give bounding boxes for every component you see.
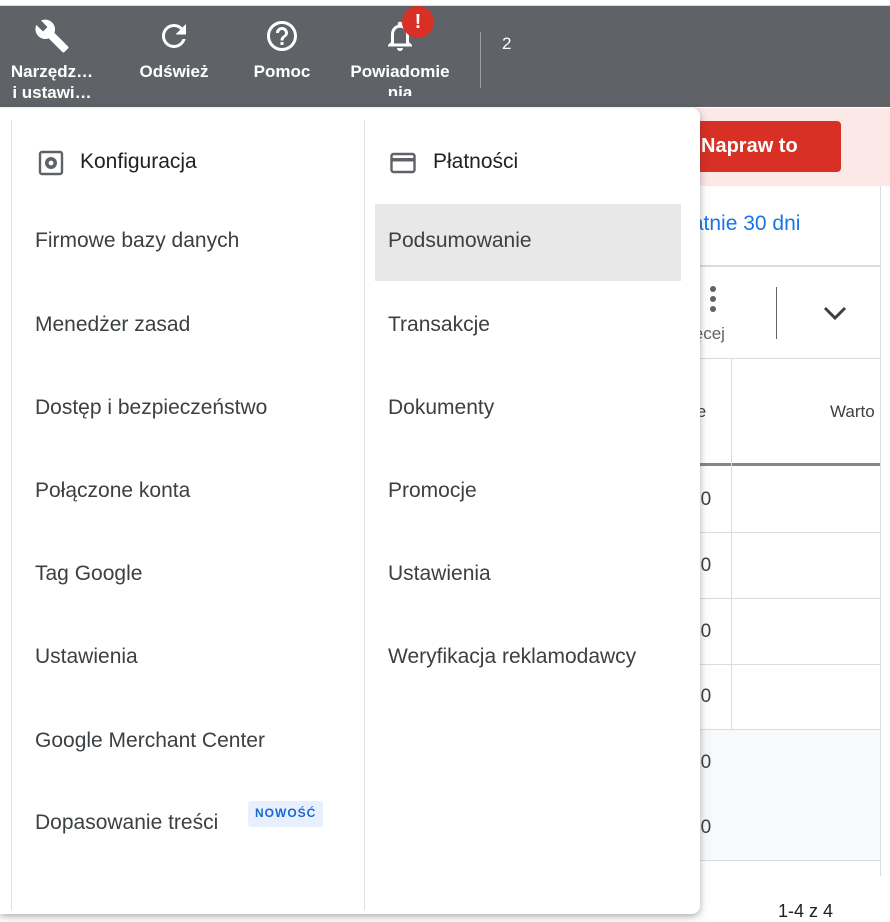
date-range-link[interactable]: tatnie 30 dni [686, 212, 800, 236]
notifications-button[interactable]: Powiadomie nia [340, 6, 460, 107]
table-row: 00 [690, 795, 880, 861]
column-header[interactable]: Warto [830, 402, 875, 422]
refresh-button[interactable]: Odśwież [130, 6, 218, 107]
menu-column-divider [364, 120, 365, 910]
menu-left-border [11, 120, 12, 910]
menu-item-billing-settings[interactable]: Ustawienia [388, 562, 491, 586]
divider [776, 287, 777, 339]
chevron-down-icon[interactable] [820, 300, 850, 326]
menu-item-summary[interactable]: Podsumowanie [388, 229, 532, 253]
tools-label-line2: i ustawi… [12, 83, 92, 102]
credit-card-icon [390, 152, 416, 174]
section-title-billing: Płatności [433, 150, 519, 173]
refresh-icon [161, 23, 186, 48]
menu-item-merchant-center[interactable]: Google Merchant Center [35, 729, 265, 753]
menu-item-advertiser-verification[interactable]: Weryfikacja reklamodawcy [388, 645, 636, 669]
notifications-label: Powiadomie [350, 62, 450, 81]
wrench-icon [35, 19, 69, 53]
menu-item-google-tag[interactable]: Tag Google [35, 562, 142, 586]
menu-item-settings[interactable]: Ustawienia [35, 645, 138, 669]
table-row: 00 [690, 467, 880, 533]
menu-item-transactions[interactable]: Transakcje [388, 313, 490, 337]
header-underline [690, 463, 880, 466]
table-row: 00 [690, 533, 880, 599]
tools-label-line1: Narzędz… [10, 62, 94, 81]
help-icon [267, 21, 297, 51]
table-row: 00 [690, 599, 880, 665]
notifications-label-line2: nia [387, 83, 413, 96]
table-row: 00 [690, 664, 880, 730]
menu-item-policy-manager[interactable]: Menedżer zasad [35, 313, 190, 337]
help-label: Pomoc [253, 62, 311, 81]
pagination-text: 1-4 z 4 [778, 901, 834, 921]
table-row: 00 [690, 730, 880, 796]
help-button[interactable]: Pomoc [244, 6, 320, 107]
divider [690, 358, 880, 359]
menu-item-documents[interactable]: Dokumenty [388, 396, 494, 420]
menu-item-business-data[interactable]: Firmowe bazy danych [35, 229, 239, 253]
tools-dropdown-menu: Konfiguracja Firmowe bazy danych Menedże… [0, 108, 700, 914]
refresh-label: Odśwież [139, 62, 209, 81]
divider [690, 265, 880, 267]
menu-item-linked-accounts[interactable]: Połączone konta [35, 479, 190, 503]
menu-item-access-security[interactable]: Dostęp i bezpieczeństwo [35, 396, 267, 420]
settings-icon [38, 150, 64, 176]
notification-alert-badge: ! [402, 6, 434, 38]
menu-item-content-suitability[interactable]: Dopasowanie treści [35, 811, 218, 835]
toolbar-divider [480, 32, 481, 88]
tools-settings-button[interactable]: Narzędz… i ustawi… [0, 6, 104, 107]
more-vert-icon[interactable] [702, 283, 724, 315]
toolbar-count: 2 [502, 34, 512, 53]
section-title-configuration: Konfiguracja [80, 150, 197, 173]
menu-item-promotions[interactable]: Promocje [388, 479, 477, 503]
top-toolbar: Narzędz… i ustawi… Odśwież Pomoc Powiado… [0, 6, 890, 107]
new-badge: NOWOŚĆ [248, 801, 324, 827]
fix-it-button[interactable]: Napraw to [690, 121, 841, 172]
